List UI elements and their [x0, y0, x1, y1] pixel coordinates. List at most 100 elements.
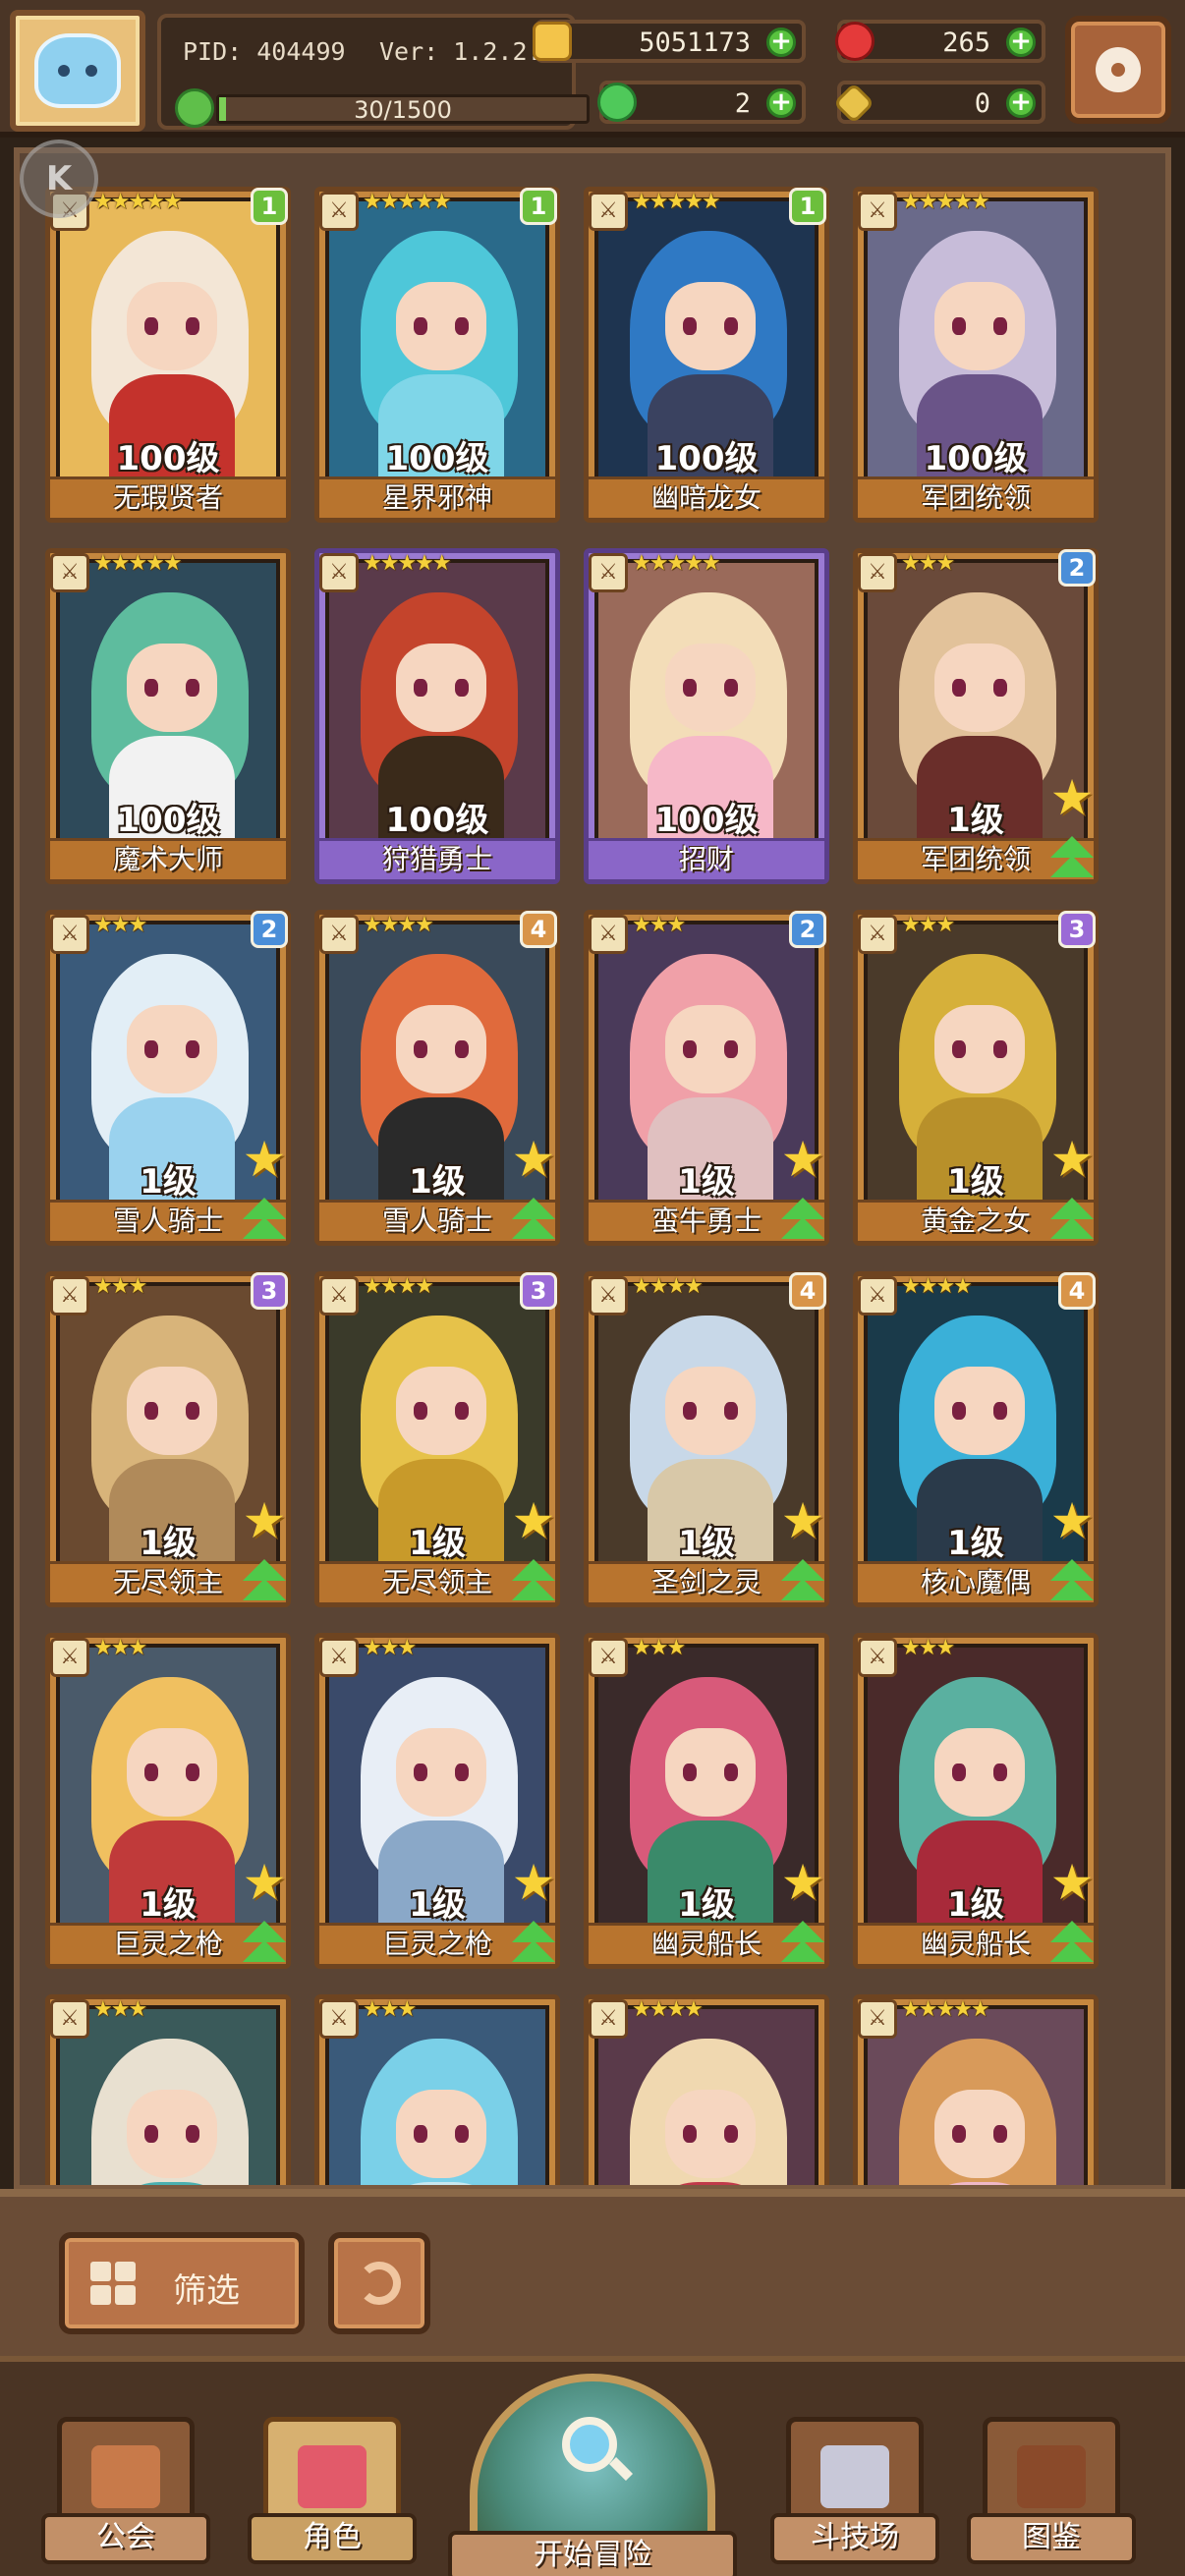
character-card[interactable]: ⚔ ★★★★★ 100级 军团统领 [853, 187, 1099, 523]
key-resource: 0 + [832, 81, 1045, 125]
level-up-arrow-icon[interactable] [237, 1921, 290, 1970]
character-card[interactable]: ⚔ ★★★★★ 1 100级 无瑕贤者 [45, 187, 291, 523]
star-upgrade-icon[interactable]: ★ [237, 1135, 292, 1186]
character-card[interactable]: ⚔ ★★★★★ 1 100级 星界邪神 [314, 187, 560, 523]
class-type-icon: ⚔ [858, 1999, 897, 2039]
level-up-arrow-icon[interactable] [237, 1559, 290, 1608]
refresh-button[interactable] [328, 2232, 430, 2334]
star-upgrade-icon[interactable]: ★ [237, 1496, 292, 1547]
filter-panel: 筛选 [0, 2189, 1185, 2356]
star-rating: ★★★ [901, 1636, 955, 1660]
star-rating: ★★★ [93, 913, 147, 937]
level-up-arrow-icon[interactable] [1044, 1198, 1098, 1247]
star-rating: ★★★★★ [632, 190, 721, 214]
star-rating: ★★★ [93, 1636, 147, 1660]
nav-guild[interactable]: 公会 [41, 2417, 210, 2564]
class-type-icon: ⚔ [50, 1999, 89, 2039]
add-key-button[interactable]: + [1006, 88, 1036, 118]
level-up-arrow-icon[interactable] [506, 1198, 559, 1247]
class-type-icon: ⚔ [589, 1999, 628, 2039]
character-name: 狩猎勇士 [319, 838, 555, 879]
portrait-face [665, 282, 756, 370]
ruby-value: 265 [942, 28, 990, 58]
star-upgrade-icon[interactable]: ★ [1044, 1858, 1100, 1909]
star-upgrade-icon[interactable]: ★ [775, 1135, 830, 1186]
star-upgrade-icon[interactable]: ★ [1044, 1135, 1100, 1186]
top-header: PID: 404499 Ver: 1.2.2.5 30/1500 5051173… [0, 0, 1185, 138]
nav-codex[interactable]: 图鉴 [967, 2417, 1136, 2564]
add-gold-button[interactable]: + [766, 28, 796, 57]
character-card[interactable]: ⚔ ★★★ 1级 巨灵之枪 ★ [314, 1633, 560, 1969]
star-upgrade-icon[interactable]: ★ [1044, 773, 1100, 824]
star-upgrade-icon[interactable]: ★ [506, 1858, 561, 1909]
character-card[interactable]: ⚔ ★★★★ 3 1级 无尽领主 ★ [314, 1271, 560, 1607]
character-card[interactable]: ⚔ ★★★ 3 1级 无尽领主 ★ [45, 1271, 291, 1607]
portrait-face [665, 1728, 756, 1817]
nav-arena[interactable]: 斗技场 [770, 2417, 939, 2564]
character-card[interactable]: ⚔ ★★★ 2 1级 蛮牛勇士 ★ [584, 910, 829, 1246]
character-card[interactable]: ⚔ ★★★★ 4 1级 圣剑之灵 ★ [584, 1271, 829, 1607]
portrait-face [934, 282, 1025, 370]
level-up-arrow-icon[interactable] [775, 1559, 828, 1608]
level-up-arrow-icon[interactable] [1044, 1921, 1098, 1970]
character-card[interactable]: ⚔ ★★★ 2 1级 军团统领 ★ [853, 548, 1099, 884]
class-type-icon: ⚔ [319, 553, 359, 592]
character-card[interactable]: ⚔ ★★★ [314, 1994, 560, 2185]
level-up-arrow-icon[interactable] [506, 1921, 559, 1970]
star-upgrade-icon[interactable]: ★ [506, 1496, 561, 1547]
character-level: 100级 [654, 801, 759, 840]
settings-button[interactable] [1065, 16, 1171, 124]
level-up-arrow-icon[interactable] [1044, 836, 1098, 885]
floating-assist-button[interactable]: K [20, 140, 98, 218]
character-card[interactable]: ⚔ ★★★★★ 100级 招财 [584, 548, 829, 884]
class-type-icon: ⚔ [589, 915, 628, 954]
character-card[interactable]: ⚔ ★★★ 2 1级 雪人骑士 ★ [45, 910, 291, 1246]
star-upgrade-icon[interactable]: ★ [237, 1858, 292, 1909]
star-upgrade-icon[interactable]: ★ [1044, 1496, 1100, 1547]
class-type-icon: ⚔ [319, 1276, 359, 1316]
add-clover-button[interactable]: + [766, 88, 796, 118]
character-card[interactable]: ⚔ ★★★ 3 1级 黄金之女 ★ [853, 910, 1099, 1246]
level-up-arrow-icon[interactable] [1044, 1559, 1098, 1608]
player-avatar[interactable] [10, 10, 145, 132]
star-upgrade-icon[interactable]: ★ [775, 1858, 830, 1909]
character-card[interactable]: ⚔ ★★★ 1级 巨灵之枪 ★ [45, 1633, 291, 1969]
character-card[interactable]: ⚔ ★★★★★ 1 100级 幽暗龙女 [584, 187, 829, 523]
star-rating: ★★★★★ [363, 551, 452, 576]
character-card[interactable]: ⚔ ★★★★ 4 1级 雪人骑士 ★ [314, 910, 560, 1246]
star-upgrade-icon[interactable]: ★ [775, 1496, 830, 1547]
portrait-face [934, 1367, 1025, 1455]
gear-icon [1096, 47, 1141, 92]
class-type-icon: ⚔ [858, 192, 897, 231]
level-up-arrow-icon[interactable] [506, 1559, 559, 1608]
level-up-arrow-icon[interactable] [775, 1198, 828, 1247]
filter-button[interactable]: 筛选 [59, 2232, 305, 2334]
nav-character[interactable]: 角色 [248, 2417, 417, 2564]
character-card[interactable]: ⚔ ★★★★ [584, 1994, 829, 2185]
star-upgrade-icon[interactable]: ★ [506, 1135, 561, 1186]
character-card[interactable]: ⚔ ★★★★★ [853, 1994, 1099, 2185]
character-name: 无瑕贤者 [50, 476, 286, 518]
add-ruby-button[interactable]: + [1006, 28, 1036, 57]
level-up-arrow-icon[interactable] [237, 1198, 290, 1247]
class-type-icon: ⚔ [589, 1276, 628, 1316]
character-name: 星界邪神 [319, 476, 555, 518]
exp-track: 30/1500 [216, 94, 590, 124]
character-card[interactable]: ⚔ ★★★★ 4 1级 核心魔偶 ★ [853, 1271, 1099, 1607]
star-rating: ★★★ [363, 1997, 417, 2022]
character-card[interactable]: ⚔ ★★★★★ 100级 魔术大师 [45, 548, 291, 884]
player-id: PID: 404499 [183, 37, 346, 66]
filter-label: 筛选 [173, 2271, 240, 2311]
character-card[interactable]: ⚔ ★★★★★ 100级 狩猎勇士 [314, 548, 560, 884]
star-rating: ★★★★★ [632, 551, 721, 576]
avatar-face-icon [34, 33, 121, 108]
ruby-resource: 265 + [835, 20, 1045, 63]
nav-adventure[interactable]: 开始冒险 [448, 2362, 737, 2576]
character-grid-scroll[interactable]: ⚔ ★★★★★ 1 100级 无瑕贤者 ⚔ ★★★★★ 1 100级 星界邪神 ⚔ ★★★★★ 1 100… [20, 153, 1165, 2185]
character-card[interactable]: ⚔ ★★★ 1级 幽灵船长 ★ [584, 1633, 829, 1969]
character-card[interactable]: ⚔ ★★★ [45, 1994, 291, 2185]
rank-badge: 2 [1058, 549, 1096, 587]
rank-badge: 4 [1058, 1272, 1096, 1310]
level-up-arrow-icon[interactable] [775, 1921, 828, 1970]
character-card[interactable]: ⚔ ★★★ 1级 幽灵船长 ★ [853, 1633, 1099, 1969]
